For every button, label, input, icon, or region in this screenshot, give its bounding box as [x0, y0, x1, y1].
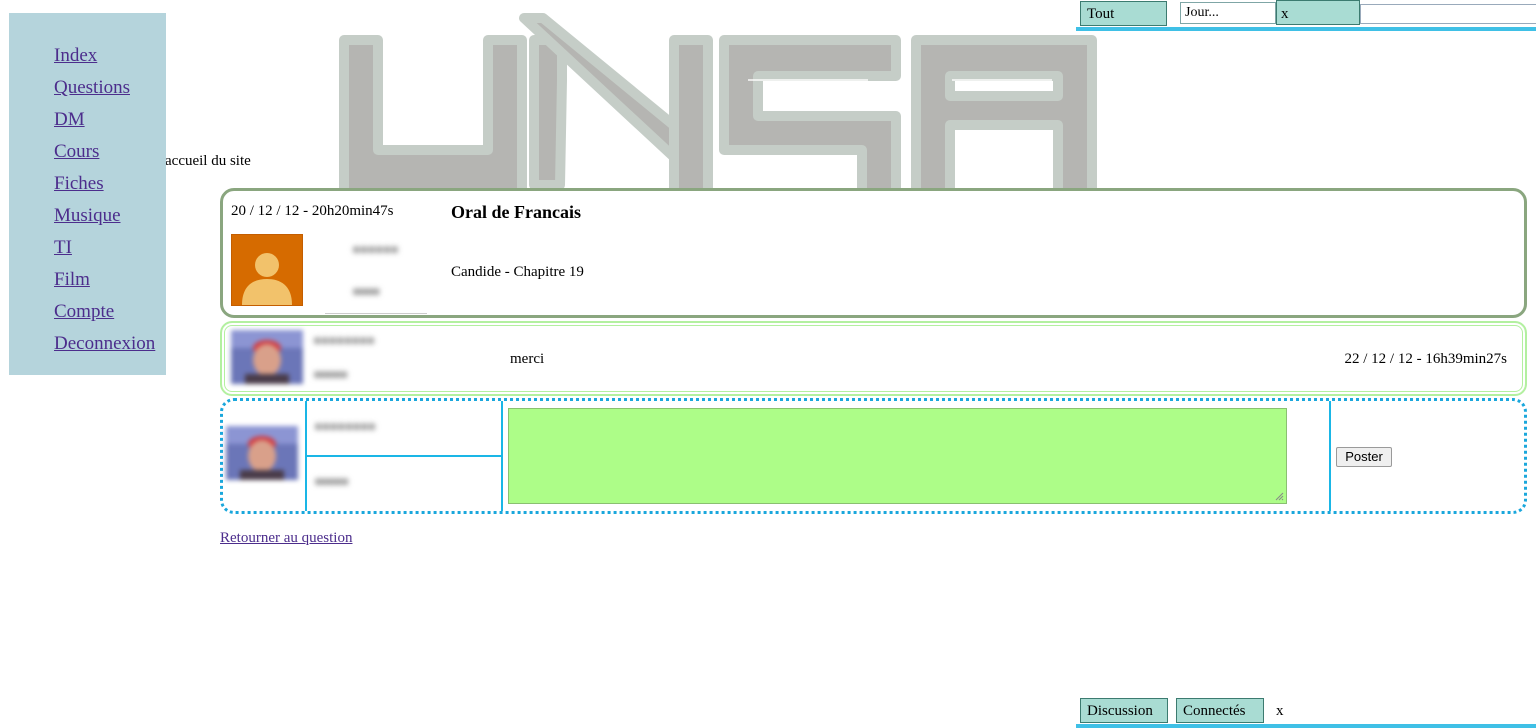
- chat-input[interactable]: [1360, 4, 1536, 24]
- resize-grip-icon[interactable]: [1275, 492, 1284, 501]
- sidebar-item-film[interactable]: Film: [54, 269, 90, 291]
- sidebar-item-fiches[interactable]: Fiches: [54, 173, 104, 195]
- sidebar-item-dm[interactable]: DM: [54, 109, 85, 131]
- form-divider: [1329, 401, 1331, 511]
- reply-textarea[interactable]: [508, 408, 1287, 504]
- bottom-chat-bar: Discussion Connectés x: [1076, 697, 1536, 728]
- day-filter-input[interactable]: [1180, 2, 1276, 24]
- reply-message: merci: [510, 351, 545, 367]
- top-chat-bar: Tout x: [1076, 0, 1536, 31]
- bottom-bar-accent-line: [1076, 724, 1536, 728]
- top-bar-accent-line: [1076, 27, 1536, 31]
- close-top-bar-button[interactable]: x: [1276, 0, 1360, 25]
- reply-date: 22 / 12 / 12 - 16h39min27s: [1344, 351, 1507, 367]
- question-title: Oral de Francais: [451, 202, 581, 222]
- tab-discussion[interactable]: Discussion: [1080, 698, 1168, 723]
- question-date: 20 / 12 / 12 - 20h20min47s: [231, 203, 394, 219]
- sidebar-item-ti[interactable]: TI: [54, 237, 72, 259]
- sidebar-nav: Index Questions DM Cours Fiches Musique …: [9, 13, 166, 375]
- current-user-avatar: [226, 426, 298, 480]
- sidebar-item-questions[interactable]: Questions: [54, 77, 130, 99]
- reply-avatar: [231, 330, 303, 384]
- unsa-logo: [339, 13, 1097, 195]
- question-author-box: ■■■■■■ ■■■■: [325, 236, 427, 314]
- home-caption: accueil du site: [165, 153, 251, 169]
- tab-all[interactable]: Tout: [1080, 1, 1167, 26]
- sidebar-item-deconnexion[interactable]: Deconnexion: [54, 333, 155, 355]
- form-divider: [307, 455, 502, 457]
- sidebar-item-musique[interactable]: Musique: [54, 205, 121, 227]
- question-card: 20 / 12 / 12 - 20h20min47s ■■■■■■ ■■■■ O…: [220, 188, 1527, 318]
- tab-connected[interactable]: Connectés: [1176, 698, 1264, 723]
- post-reply-form: ■■■■■■■■ ■■■■■ Poster: [220, 398, 1527, 514]
- post-button[interactable]: Poster: [1336, 447, 1392, 467]
- question-body: Candide - Chapitre 19: [451, 264, 584, 280]
- form-divider: [501, 401, 503, 511]
- reply-card: ■■■■■■■■ ■■■■■ merci 22 / 12 / 12 - 16h3…: [220, 321, 1527, 396]
- sidebar-item-index[interactable]: Index: [54, 45, 97, 67]
- back-to-question-link[interactable]: Retourner au question: [220, 530, 352, 547]
- user-silhouette-icon: [231, 234, 303, 306]
- sidebar-item-cours[interactable]: Cours: [54, 141, 99, 163]
- close-bottom-bar-button[interactable]: x: [1276, 703, 1284, 720]
- unsa-logo-mark: [339, 13, 1097, 195]
- sidebar-item-compte[interactable]: Compte: [54, 301, 114, 323]
